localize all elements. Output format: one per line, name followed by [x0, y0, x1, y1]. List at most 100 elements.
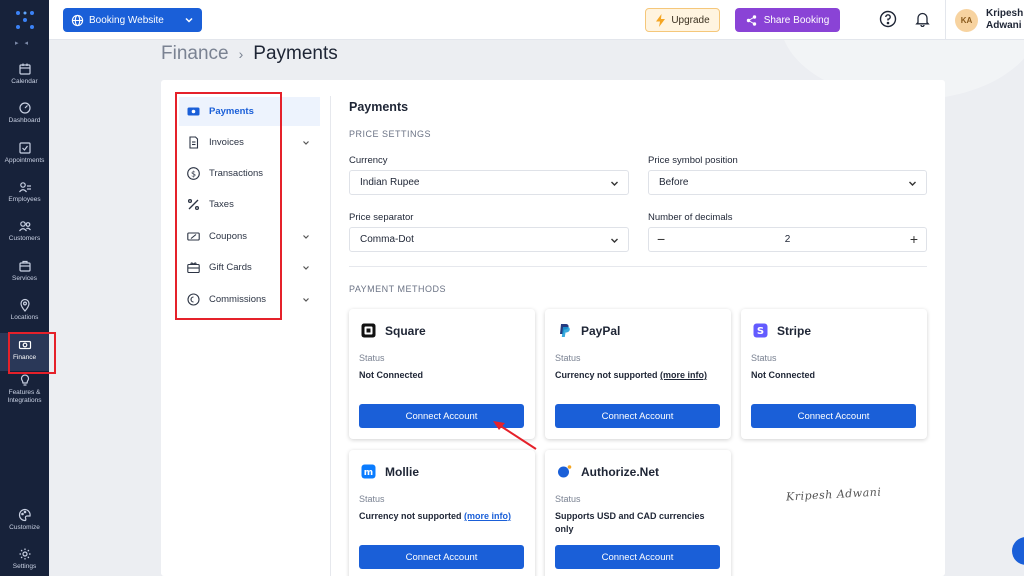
share-booking-label: Share Booking	[763, 14, 830, 26]
separator-select[interactable]: Comma-Dot	[349, 227, 629, 252]
employees-icon	[18, 182, 31, 193]
price-settings-heading: PRICE SETTINGS	[349, 129, 432, 139]
chevron-down-icon	[909, 181, 916, 186]
payment-method-name: Authorize.Net	[581, 465, 659, 479]
payment-status: Currency not supported (more info)	[555, 369, 725, 382]
payment-method-name: Square	[385, 324, 426, 338]
decimals-stepper[interactable]: − 2 +	[648, 227, 927, 252]
globe-icon	[71, 14, 84, 26]
payment-methods-heading: PAYMENT METHODS	[349, 284, 447, 294]
top-bar: Booking Website Upgrade Share Booking KA…	[49, 0, 1024, 40]
status-text: Currency not supported	[555, 370, 658, 380]
payment-status: Not Connected	[751, 369, 921, 382]
chevron-down-icon	[303, 265, 309, 270]
annotation-arrow	[493, 421, 537, 450]
user-name-line1: Kripesh	[986, 8, 1024, 19]
lightning-icon	[656, 13, 666, 27]
connect-account-button[interactable]: Connect Account	[751, 404, 916, 428]
collapse-sidebar-icon[interactable]: ▸ ◂	[15, 39, 30, 47]
paypal-logo-icon	[560, 324, 570, 337]
submenu-highlight-box	[175, 92, 282, 320]
upgrade-button[interactable]: Upgrade	[645, 8, 720, 32]
chat-widget-button[interactable]	[1012, 537, 1024, 565]
share-booking-button[interactable]: Share Booking	[735, 8, 840, 32]
dashboard-icon	[18, 102, 31, 114]
chevron-right-icon: ›	[238, 46, 244, 62]
finance-highlight-box	[8, 332, 56, 374]
svg-text:S: S	[757, 326, 764, 337]
payment-method-name: Mollie	[385, 465, 420, 479]
help-icon[interactable]	[879, 10, 897, 28]
payment-status: Not Connected	[359, 369, 529, 382]
square-logo-icon	[361, 323, 376, 338]
chevron-down-icon	[611, 181, 618, 186]
payment-method-name: PayPal	[581, 324, 621, 338]
decimals-label: Number of decimals	[648, 212, 733, 223]
status-label: Status	[555, 494, 581, 504]
svg-text:m: m	[364, 468, 373, 478]
payment-method-name: Stripe	[777, 324, 812, 338]
nav-label: Locations	[10, 314, 39, 321]
palette-icon	[18, 508, 31, 522]
payment-status: Currency not supported (more info)	[359, 510, 529, 523]
payment-card-authorize-net: Authorize.Net Status Supports USD and CA…	[545, 450, 731, 576]
nav-item-appointments[interactable]: Appointments	[0, 141, 49, 165]
services-icon	[18, 260, 31, 272]
connect-account-button[interactable]: Connect Account	[555, 545, 720, 569]
status-label: Status	[359, 494, 385, 504]
status-text: Not Connected	[359, 370, 423, 380]
nav-item-calendar[interactable]: Calendar	[0, 62, 49, 86]
nav-label: Settings	[12, 563, 37, 570]
share-icon	[746, 14, 756, 26]
status-label: Status	[751, 353, 777, 363]
section-divider	[349, 266, 927, 267]
plus-icon[interactable]: +	[910, 231, 918, 247]
page-title: Payments	[253, 43, 338, 64]
currency-select[interactable]: Indian Rupee	[349, 170, 629, 195]
user-name-line2: Adwani	[986, 20, 1022, 31]
separator-value: Comma-Dot	[360, 234, 414, 245]
symbol-position-label: Price symbol position	[648, 155, 738, 166]
authorize-net-logo-icon	[558, 465, 572, 478]
connect-account-button[interactable]: Connect Account	[359, 545, 524, 569]
breadcrumb-root[interactable]: Finance	[161, 43, 229, 65]
upgrade-label: Upgrade	[671, 14, 710, 26]
nav-label: Calendar	[11, 78, 38, 85]
symbol-position-select[interactable]: Before	[648, 170, 927, 195]
status-label: Status	[555, 353, 581, 363]
bell-icon[interactable]	[915, 11, 930, 27]
nav-item-settings[interactable]: Settings	[0, 547, 49, 571]
status-text: Not Connected	[751, 370, 815, 380]
nav-item-features-integrations[interactable]: Features & Integrations	[0, 373, 49, 404]
symbol-position-value: Before	[659, 177, 689, 188]
gear-icon	[19, 548, 30, 560]
nav-label: Services	[12, 275, 37, 282]
payment-card-paypal: PayPal Status Currency not supported (mo…	[545, 309, 731, 439]
site-selector-label: Booking Website	[89, 14, 164, 26]
location-pin-icon	[19, 298, 30, 312]
currency-value: Indian Rupee	[360, 177, 420, 188]
decimals-value[interactable]: 2	[649, 234, 926, 245]
nav-item-locations[interactable]: Locations	[0, 298, 49, 322]
avatar[interactable]: KA	[955, 9, 978, 32]
nav-item-employees[interactable]: Employees	[0, 180, 49, 204]
nav-item-services[interactable]: Services	[0, 259, 49, 283]
chevron-down-icon	[303, 234, 309, 239]
submenu-divider	[330, 96, 331, 576]
more-info-link[interactable]: (more info)	[464, 511, 511, 521]
nav-label: Customers	[8, 235, 41, 242]
status-text: Supports USD and CAD currencies only	[555, 511, 705, 534]
calendar-icon	[18, 63, 31, 75]
status-label: Status	[359, 353, 385, 363]
lightbulb-icon	[20, 374, 29, 386]
nav-item-dashboard[interactable]: Dashboard	[0, 101, 49, 125]
currency-label: Currency	[349, 155, 388, 166]
booking-website-selector[interactable]: Booking Website	[63, 8, 202, 32]
connect-account-button[interactable]: Connect Account	[555, 404, 720, 428]
user-name[interactable]: Kripesh Adwani	[986, 8, 1023, 32]
appointments-icon	[18, 142, 31, 154]
more-info-link[interactable]: (more info)	[660, 370, 707, 380]
nav-item-customize[interactable]: Customize	[0, 508, 49, 532]
nav-label: Appointments	[4, 157, 45, 164]
nav-item-customers[interactable]: Customers	[0, 219, 49, 243]
